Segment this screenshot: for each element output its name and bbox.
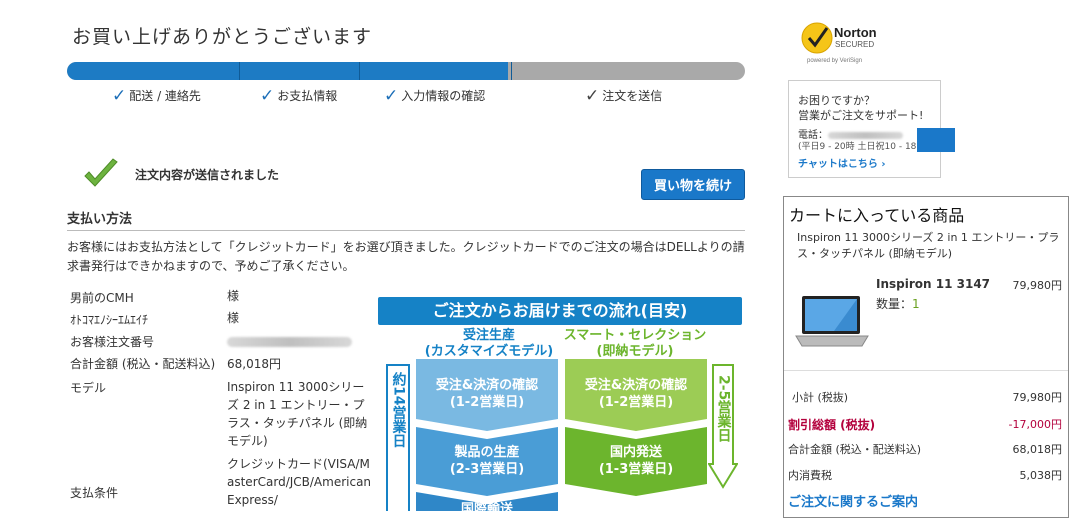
step-shipping: ✓ 配送 / 連絡先	[112, 86, 201, 106]
norton-powered-text: powered by VeriSign	[807, 58, 862, 64]
model-value: Inspiron 11 3000シリーズ 2 in 1 エントリー・プラス・タッ…	[227, 380, 368, 448]
name-value: 様	[227, 289, 240, 303]
chat-bubble-icon	[917, 128, 955, 152]
cart-model-name: Inspiron 11 3147	[876, 277, 991, 291]
cart-summary: カートに入っている商品 Inspiron 11 3000シリーズ 2 in 1 …	[783, 196, 1069, 518]
tax-row: 内消費税 5,038円	[788, 469, 1062, 482]
laptop-image	[794, 292, 870, 356]
check-icon: ✓	[384, 86, 399, 106]
kana-value: 様	[227, 311, 240, 325]
discount-row: 割引総額 (税抜) -17,000円	[788, 418, 1062, 432]
checkout-progress-bar	[67, 62, 745, 80]
total-label: 合計金額 (税込・配送料込)	[70, 357, 216, 371]
progress-divider	[239, 62, 240, 80]
cart-product-name: Inspiron 11 3000シリーズ 2 in 1 エントリー・プラス・タッ…	[797, 231, 1060, 260]
step-payment: ✓ お支払情報	[260, 86, 338, 106]
divider	[784, 370, 1068, 371]
cart-title: カートに入っている商品	[789, 206, 965, 225]
order-number-label: お客様注文番号	[70, 335, 155, 349]
support-title: お困りですか？	[798, 94, 875, 107]
flow-banner: ご注文からお届けまでの流れ(目安)	[378, 297, 742, 325]
total-value: 68,018円	[227, 357, 281, 371]
right-step-1: 受注&決済の確認 (1-2営業日)	[584, 378, 688, 410]
subtotal-row: 小計 (税抜) 79,980円	[792, 391, 1062, 404]
left-step-2: 製品の生産 (2-3営業日)	[449, 445, 525, 477]
support-subtitle: 営業がご注文をサポート!	[798, 109, 924, 122]
chat-link[interactable]: チャットはこちら ›	[798, 155, 886, 170]
norton-secured-text: SECURED	[835, 40, 874, 49]
step-submit: ✓ 注文を送信	[585, 86, 663, 106]
kana-label: ｵﾄｺﾏｴﾉｼｰｴﾑｴｲﾁ	[70, 313, 149, 327]
right-step-2: 国内発送 (1-3営業日)	[598, 445, 674, 477]
step-review: ✓ 入力情報の確認	[384, 86, 486, 106]
check-icon: ✓	[112, 86, 127, 106]
order-guide-link[interactable]: ご注文に関するご案内	[788, 491, 918, 510]
large-check-icon	[82, 158, 120, 196]
progress-fill	[67, 62, 508, 80]
cart-item-price: 79,980円	[1012, 279, 1063, 292]
check-icon: ✓	[260, 86, 275, 106]
model-label: モデル	[70, 381, 107, 395]
norton-brand-text: Norton	[834, 25, 877, 40]
divider	[67, 230, 745, 231]
progress-divider	[511, 62, 512, 80]
page-title: お買い上げありがとうございます	[72, 26, 373, 48]
left-column-header: 受注生産 (カスタマイズモデル)	[424, 328, 554, 359]
continue-shopping-button[interactable]: 買い物を続ける	[641, 169, 745, 225]
left-duration-label: 約14営業日	[390, 372, 407, 448]
delivery-flow-graphic: ご注文からお届けまでの流れ(目安) 受注生産 (カスタマイズモデル) スマート・…	[378, 297, 744, 511]
norton-secured-badge[interactable]: Norton SECURED powered by VeriSign	[800, 16, 890, 66]
progress-divider	[359, 62, 360, 80]
right-duration-label: 2-5営業日	[715, 375, 732, 443]
payment-description: お客様にはお支払方法として「クレジットカード」をお選び頂きました。クレジットカー…	[67, 240, 745, 273]
confirmation-message: 注文内容が送信されました	[135, 168, 280, 182]
sales-support-widget[interactable]: お困りですか？ 営業がご注文をサポート! 電話： (平日9 - 20時 土日祝1…	[788, 80, 955, 178]
right-column-header: スマート・セレクション (即納モデル)	[563, 328, 707, 359]
payment-terms-label: 支払条件	[70, 486, 119, 500]
total-row: 合計金額 (税込・配送料込) 68,018円	[788, 443, 1062, 456]
name-label: 男前のCMH	[70, 291, 134, 305]
check-icon: ✓	[585, 86, 600, 106]
cart-quantity: 数量：1	[876, 297, 920, 311]
order-number-redacted	[227, 334, 352, 352]
payment-terms-value: クレジットカード(VISA/MasterCard/JCB/AmericanExp…	[227, 457, 372, 507]
left-step-3: 国際輸送	[460, 502, 513, 511]
payment-heading: 支払い方法	[67, 212, 133, 227]
left-step-1: 受注&決済の確認 (1-2営業日)	[435, 378, 539, 410]
support-hours: (平日9 - 20時 土日祝10 - 18時)	[798, 142, 929, 152]
